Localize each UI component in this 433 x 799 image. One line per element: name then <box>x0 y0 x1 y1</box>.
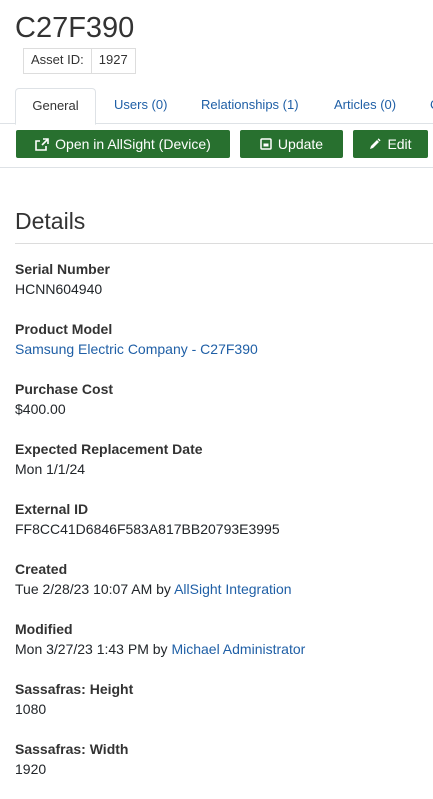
field-external-id: External ID FF8CC41D6846F583A817BB20793E… <box>15 499 425 539</box>
page-title: C27F390 <box>15 12 135 44</box>
field-value: HCNN604940 <box>15 281 103 297</box>
toolbar: Open in AllSight (Device) Update Edit <box>0 123 433 168</box>
field-value: 1080 <box>15 701 47 717</box>
tab-articles[interactable]: Articles (0) <box>334 88 396 122</box>
modified-by: by <box>152 641 168 657</box>
field-value: Mon 1/1/24 <box>15 461 86 477</box>
asset-id-value: 1927 <box>91 49 135 73</box>
field-sassafras-height: Sassafras: Height 1080 <box>15 679 425 719</box>
details-heading: Details <box>15 208 86 234</box>
field-value: 1920 <box>15 761 47 777</box>
field-label: Serial Number <box>15 261 110 277</box>
field-value: $400.00 <box>15 401 66 417</box>
field-serial-number: Serial Number HCNN604940 <box>15 259 425 299</box>
details-divider <box>15 243 433 244</box>
asset-id-label: Asset ID: <box>24 49 92 73</box>
pencil-icon <box>369 138 382 150</box>
field-label: Product Model <box>15 321 113 337</box>
tab-bar: General Users (0) Relationships (1) Arti… <box>0 88 433 125</box>
field-sassafras-width: Sassafras: Width 1920 <box>15 739 425 779</box>
edit-button[interactable]: Edit <box>353 130 428 158</box>
field-label: External ID <box>15 501 89 517</box>
modified-date: Mon 3/27/23 1:43 PM <box>15 641 149 657</box>
field-label: Sassafras: Width <box>15 741 129 757</box>
product-model-link[interactable]: Samsung Electric Company - C27F390 <box>15 341 258 357</box>
field-expected-replacement: Expected Replacement Date Mon 1/1/24 <box>15 439 425 479</box>
field-label: Modified <box>15 621 73 637</box>
field-created: Created Tue 2/28/23 10:07 AM by AllSight… <box>15 559 425 599</box>
modified-user-link[interactable]: Michael Administrator <box>171 641 305 657</box>
field-label: Purchase Cost <box>15 381 114 397</box>
field-product-model: Product Model Samsung Electric Company -… <box>15 319 425 359</box>
field-value: FF8CC41D6846F583A817BB20793E3995 <box>15 521 280 537</box>
external-link-icon <box>35 137 49 151</box>
open-in-allsight-button[interactable]: Open in AllSight (Device) <box>16 130 230 158</box>
field-label: Sassafras: Height <box>15 681 134 697</box>
save-icon <box>260 138 272 150</box>
created-date: Tue 2/28/23 10:07 AM <box>15 581 153 597</box>
update-label: Update <box>277 136 324 152</box>
created-by: by <box>156 581 171 597</box>
edit-label: Edit <box>387 136 412 152</box>
created-user-link[interactable]: AllSight Integration <box>174 581 292 597</box>
field-modified: Modified Mon 3/27/23 1:43 PM by Michael … <box>15 619 425 659</box>
tab-users[interactable]: Users (0) <box>114 88 167 122</box>
field-label: Expected Replacement Date <box>15 441 203 457</box>
tab-general[interactable]: General <box>15 88 96 125</box>
update-button[interactable]: Update <box>240 130 343 158</box>
tab-relationships[interactable]: Relationships (1) <box>201 88 299 122</box>
field-purchase-cost: Purchase Cost $400.00 <box>15 379 425 419</box>
open-in-allsight-label: Open in AllSight (Device) <box>55 136 211 152</box>
asset-id-badge: Asset ID: 1927 <box>23 48 136 74</box>
field-label: Created <box>15 561 68 577</box>
